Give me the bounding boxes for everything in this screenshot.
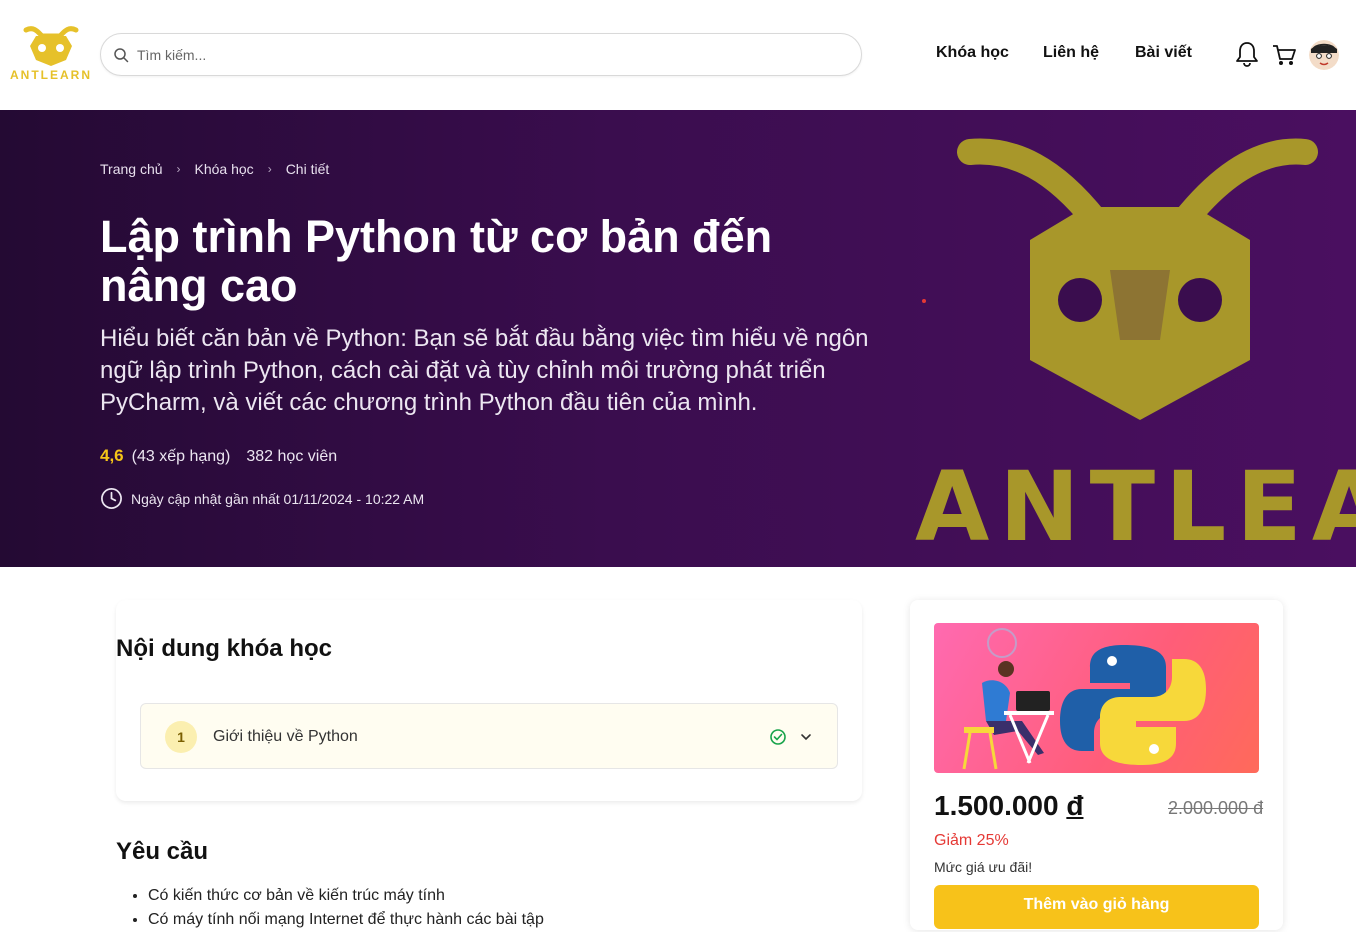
red-dot — [922, 299, 926, 303]
chevron-right-icon: › — [176, 162, 181, 176]
python-illustration — [962, 628, 1206, 770]
check-circle-icon — [770, 729, 786, 745]
breadcrumb-detail: Chi tiết — [285, 161, 330, 177]
update-row: Ngày cập nhật gần nhất 01/11/2024 - 10:2… — [100, 487, 424, 510]
breadcrumb-courses[interactable]: Khóa học — [195, 161, 254, 177]
last-updated: Ngày cập nhật gần nhất 01/11/2024 - 10:2… — [131, 490, 425, 507]
logo-text: ANTLEARN — [10, 68, 92, 82]
cart-icon[interactable] — [1271, 40, 1297, 68]
list-item: Có kiến thức cơ bản về kiến trúc máy tín… — [148, 884, 544, 908]
bell-icon[interactable] — [1234, 40, 1260, 68]
chevron-right-icon: › — [267, 162, 272, 176]
module-number: 1 — [165, 721, 197, 753]
nav-link-courses[interactable]: Khóa học — [936, 44, 1009, 62]
requirements-list: Có kiến thức cơ bản về kiến trúc máy tín… — [148, 884, 544, 932]
antlearn-hero-logo: ANTLEAR — [915, 138, 1356, 550]
discount-label: Giảm 25% — [934, 832, 1009, 849]
nav-link-articles[interactable]: Bài viết — [1135, 44, 1192, 62]
add-to-cart-button[interactable]: Thêm vào giỏ hàng — [934, 885, 1259, 929]
chevron-down-icon[interactable] — [799, 730, 813, 744]
purchase-card: 1.500.000 đ 2.000.000 đ Giảm 25% Mức giá… — [910, 600, 1283, 930]
user-avatar-icon — [1309, 40, 1339, 70]
offer-note: Mức giá ưu đãi! — [934, 859, 1033, 875]
student-count: 382 học viên — [246, 448, 338, 465]
course-description: Hiểu biết căn bản về Python: Bạn sẽ bắt … — [100, 325, 869, 416]
price-currency: đ — [1066, 790, 1084, 821]
search-bar[interactable] — [100, 33, 862, 76]
hero-brand-text: ANTLEAR — [915, 451, 1356, 550]
search-icon — [114, 48, 129, 63]
rating-count: (43 xếp hạng) — [131, 448, 231, 465]
breadcrumb-home[interactable]: Trang chủ — [100, 161, 163, 177]
rating-row: 4,6 (43 xếp hạng) 382 học viên — [100, 446, 337, 466]
ant-logo-icon — [23, 26, 79, 66]
search-input[interactable] — [137, 42, 837, 68]
current-price: 1.500.000 đ — [934, 790, 1083, 822]
module-item[interactable]: 1 Giới thiệu về Python — [140, 703, 838, 769]
nav-link-contact[interactable]: Liên hệ — [1043, 44, 1099, 62]
course-content-title: Nội dung khóa học — [116, 635, 332, 662]
breadcrumb: Trang chủ › Khóa học › Chi tiết — [100, 161, 329, 177]
course-hero: ANTLEAR Trang chủ › Khóa học › Chi tiết … — [0, 110, 1356, 567]
course-title: Lập trình Python từ cơ bản đến nâng cao — [100, 211, 773, 311]
clock-icon — [101, 488, 122, 509]
price-amount: 1.500.000 — [934, 790, 1059, 821]
original-price: 2.000.000 đ — [1168, 798, 1264, 818]
list-item: Có máy tính nối mạng Internet để thực hà… — [148, 908, 544, 932]
header: ANTLEARN Khóa học Liên hệ Bài viết — [0, 0, 1356, 110]
course-thumbnail — [934, 623, 1259, 773]
course-content-card: Nội dung khóa học 1 Giới thiệu về Python — [116, 600, 862, 801]
rating-score: 4,6 — [100, 446, 124, 465]
module-title: Giới thiệu về Python — [213, 728, 358, 745]
requirements-title: Yêu cầu — [116, 838, 209, 865]
antlearn-logo[interactable]: ANTLEARN — [8, 22, 94, 84]
avatar[interactable] — [1309, 40, 1339, 70]
